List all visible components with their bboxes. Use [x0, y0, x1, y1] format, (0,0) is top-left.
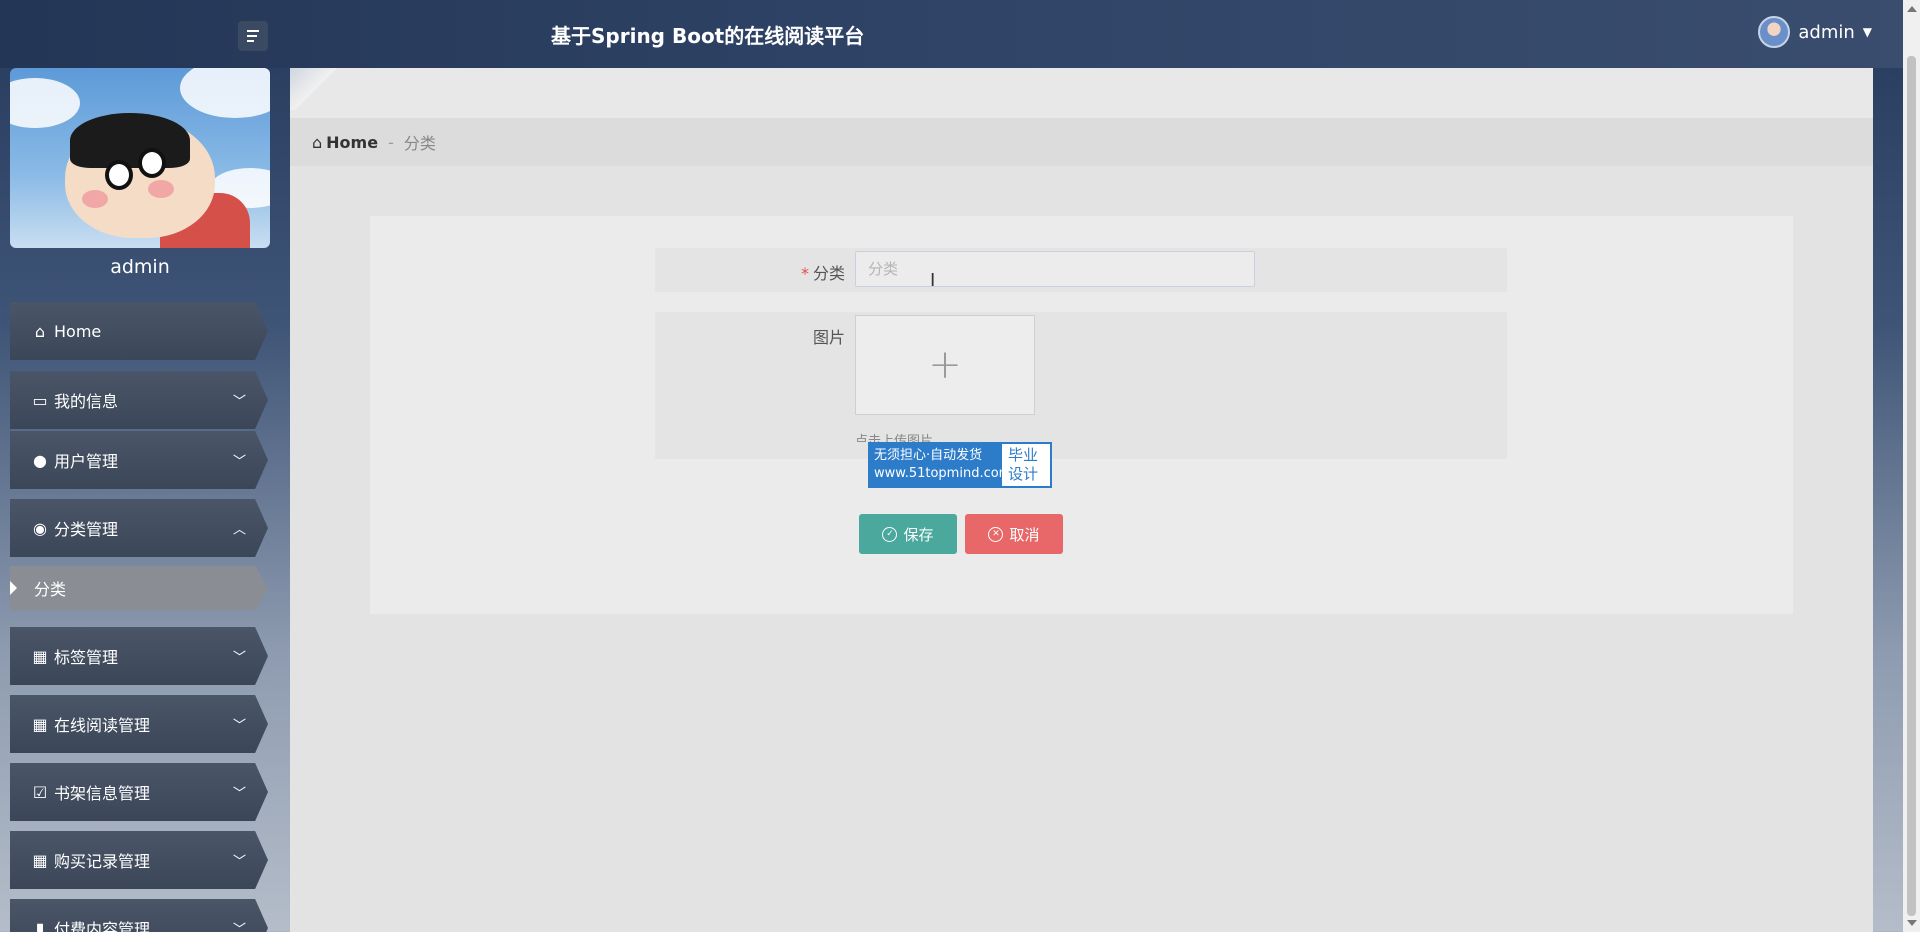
watermark-right: 毕业 设计 [1002, 444, 1044, 486]
clipboard-icon: ☑ [32, 782, 48, 802]
chevron-down-icon: ﹀ [232, 650, 246, 666]
chevron-down-icon: ﹀ [232, 394, 246, 410]
breadcrumb-home[interactable]: Home [326, 133, 378, 152]
main-top-strip [290, 68, 1873, 118]
menu-toggle-icon[interactable] [238, 21, 268, 51]
sidebar-item-home[interactable]: ⌂ Home [10, 302, 268, 360]
grid-icon: ▦ [32, 646, 48, 666]
sidebar-item-label: 书架信息管理 [54, 784, 151, 803]
user-name: admin [1798, 21, 1855, 43]
required-asterisk: * [800, 264, 809, 283]
watermark-badge: 无须担心·自动发货 www.51topmind.com 毕业 设计 [868, 442, 1052, 488]
category-form: *分类 图片 + 点击上传图片 [370, 216, 1793, 614]
profile-image [10, 68, 270, 248]
sidebar-item-label: 付费内容管理 [54, 920, 151, 932]
vertical-scrollbar[interactable] [1903, 0, 1920, 932]
upload-hint: 点击上传图片 [855, 434, 934, 442]
sidebar-item-label: 标签管理 [54, 648, 119, 667]
home-icon: ⌂ [34, 321, 46, 341]
profile-name: admin [110, 256, 170, 278]
app-title: 基于Spring Boot的在线阅读平台 [551, 24, 865, 48]
sidebar-item-category-mgmt[interactable]: ◉ 分类管理 ︿ [10, 499, 268, 557]
watermark-line2: www.51topmind.com [874, 466, 1012, 481]
page-fold-decoration [290, 68, 342, 110]
text-cursor-icon: I [930, 270, 936, 291]
watermark-line1: 无须担心·自动发货 [874, 448, 983, 463]
watermark-right2: 设计 [1008, 465, 1039, 483]
breadcrumb-separator: - [388, 132, 394, 152]
home-icon: ⌂ [312, 132, 323, 152]
grid-icon: ▦ [32, 850, 48, 870]
grid-icon: ▦ [32, 714, 48, 734]
category-label-wrap: * 分类 [655, 260, 845, 284]
cancel-label: 取消 [1009, 525, 1040, 544]
sidebar-item-paid-content[interactable]: ▮ 付费内容管理 ﹀ [10, 899, 268, 932]
image-upload-box[interactable]: + [855, 315, 1035, 415]
sidebar-item-my-info[interactable]: ▭ 我的信息 ﹀ [10, 371, 268, 429]
bulb-icon: ◉ [33, 518, 47, 538]
watermark-right1: 毕业 [1008, 446, 1039, 464]
top-bar: 基于Spring Boot的在线阅读平台 admin ▼ [0, 0, 1920, 68]
sidebar: admin ⌂ Home ▭ 我的信息 ﹀ ● 用户管理 ﹀ ◉ 分类管理 ︿ … [0, 68, 280, 932]
cancel-button[interactable]: ✕ 取消 [965, 514, 1063, 554]
breadcrumb-current: 分类 [403, 134, 436, 153]
chart-icon: ▮ [35, 918, 45, 932]
avatar [1758, 16, 1791, 48]
sidebar-item-label: 分类管理 [54, 520, 119, 539]
wallet-icon: ▭ [32, 390, 48, 410]
sidebar-item-label: 用户管理 [54, 452, 119, 471]
scroll-up-icon[interactable] [1907, 6, 1917, 12]
caret-down-icon: ▼ [1862, 25, 1872, 39]
sidebar-item-label: 我的信息 [54, 392, 119, 411]
check-circle-icon: ✓ [882, 526, 898, 542]
chevron-down-icon: ﹀ [232, 854, 246, 870]
sidebar-item-users[interactable]: ● 用户管理 ﹀ [10, 431, 268, 489]
chevron-down-icon: ﹀ [232, 786, 246, 802]
save-label: 保存 [903, 525, 934, 544]
category-row: * 分类 [655, 248, 1507, 292]
sidebar-item-bookshelf[interactable]: ☑ 书架信息管理 ﹀ [10, 763, 268, 821]
close-circle-icon: ✕ [988, 526, 1004, 542]
chevron-up-icon: ︿ [232, 522, 246, 538]
sidebar-item-label: Home [54, 321, 102, 341]
plus-icon: + [928, 342, 962, 388]
scroll-down-icon[interactable] [1907, 920, 1917, 926]
user-menu[interactable]: admin ▼ [1758, 16, 1872, 48]
user-icon: ● [33, 450, 47, 470]
sidebar-item-label: 在线阅读管理 [54, 716, 151, 735]
sidebar-item-purchases[interactable]: ▦ 购买记录管理 ﹀ [10, 831, 268, 889]
category-label: 分类 [812, 264, 845, 283]
image-row: 图片 + 点击上传图片 [655, 312, 1507, 459]
save-button[interactable]: ✓ 保存 [859, 514, 957, 554]
main-content: ⌂ Home - 分类 *分类 图片 + 点击上传图片 ✓ 保存 ✕ 取消 [290, 68, 1873, 932]
watermark-left: 无须担心·自动发货 www.51topmind.com [870, 444, 1012, 486]
chevron-down-icon: ﹀ [232, 718, 246, 734]
sidebar-subitem-category[interactable]: 分类 [10, 566, 268, 610]
sidebar-item-label: 购买记录管理 [54, 852, 151, 871]
sidebar-item-tags[interactable]: ▦ 标签管理 ﹀ [10, 627, 268, 685]
chevron-down-icon: ﹀ [232, 454, 246, 470]
scroll-thumb[interactable] [1907, 56, 1916, 916]
sidebar-item-online-reading[interactable]: ▦ 在线阅读管理 ﹀ [10, 695, 268, 753]
breadcrumb: ⌂ Home - 分类 [290, 118, 1873, 166]
chevron-down-icon: ﹀ [232, 922, 246, 932]
category-input[interactable] [855, 251, 1255, 287]
image-label: 图片 [812, 328, 845, 347]
sidebar-subitem-label: 分类 [34, 580, 67, 599]
